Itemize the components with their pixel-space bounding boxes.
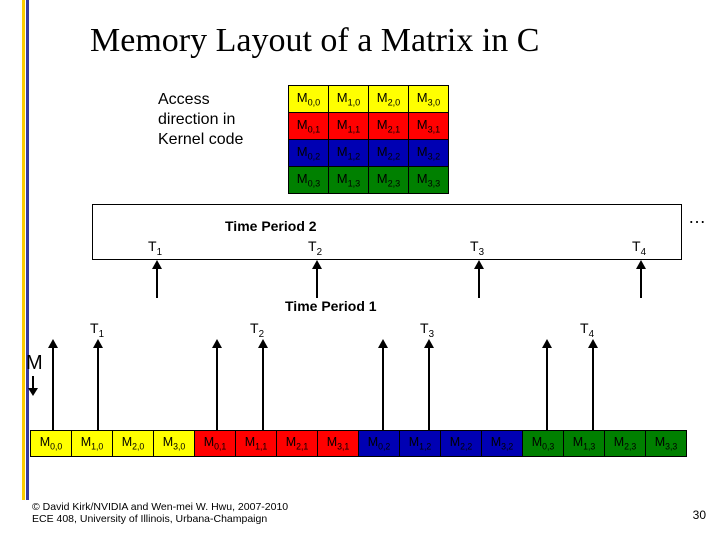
time-period-2-box — [92, 204, 682, 260]
mem-cell: M0,1 — [195, 431, 236, 457]
matrix-cell: M0,1 — [289, 113, 329, 140]
thread-label-period1: T2 — [250, 320, 264, 340]
mem-cell: M3,0 — [154, 431, 195, 457]
mem-cell: M2,2 — [441, 431, 482, 457]
matrix-row-3: M0,3 M1,3 M2,3 M3,3 — [289, 167, 449, 194]
access-direction-label: Access direction in Kernel code — [158, 90, 268, 150]
mem-cell: M0,0 — [31, 431, 72, 457]
thread-label-period2: T4 — [632, 238, 646, 258]
mem-cell: M1,1 — [236, 431, 277, 457]
matrix-4x4: M0,0 M1,0 M2,0 M3,0 M0,1 M1,1 M2,1 M3,1 … — [288, 85, 449, 194]
ellipsis: … — [688, 207, 706, 228]
mem-cell: M2,0 — [113, 431, 154, 457]
thread-label-period1: T1 — [90, 320, 104, 340]
matrix-cell: M2,3 — [369, 167, 409, 194]
mem-cell: M1,2 — [400, 431, 441, 457]
time-period-1-label: Time Period 1 — [285, 298, 377, 314]
matrix-cell: M0,2 — [289, 140, 329, 167]
arrow-down-icon — [32, 376, 34, 390]
matrix-cell: M1,0 — [329, 86, 369, 113]
page-title: Memory Layout of a Matrix in C — [90, 22, 539, 60]
slide-left-accent — [22, 0, 32, 500]
mem-cell: M3,1 — [318, 431, 359, 457]
matrix-cell: M1,1 — [329, 113, 369, 140]
matrix-row-0: M0,0 M1,0 M2,0 M3,0 — [289, 86, 449, 113]
matrix-cell: M3,0 — [409, 86, 449, 113]
mem-cell: M2,1 — [277, 431, 318, 457]
matrix-cell: M2,2 — [369, 140, 409, 167]
thread-label-period2: T3 — [470, 238, 484, 258]
matrix-cell: M1,2 — [329, 140, 369, 167]
matrix-cell: M3,2 — [409, 140, 449, 167]
matrix-cell: M3,1 — [409, 113, 449, 140]
mem-cell: M2,3 — [605, 431, 646, 457]
thread-label-period1: T4 — [580, 320, 594, 340]
matrix-cell: M1,3 — [329, 167, 369, 194]
matrix-cell: M2,1 — [369, 113, 409, 140]
mem-cell: M3,2 — [482, 431, 523, 457]
mem-cell: M0,2 — [359, 431, 400, 457]
matrix-cell: M3,3 — [409, 167, 449, 194]
thread-label-period2: T2 — [308, 238, 322, 258]
matrix-cell: M0,3 — [289, 167, 329, 194]
matrix-row-1: M0,1 M1,1 M2,1 M3,1 — [289, 113, 449, 140]
page-number: 30 — [693, 508, 706, 522]
mem-cell: M0,3 — [523, 431, 564, 457]
thread-label-period2: T1 — [148, 238, 162, 258]
memory-M-label: M — [26, 352, 43, 375]
matrix-row-2: M0,2 M1,2 M2,2 M3,2 — [289, 140, 449, 167]
footer-line1: © David Kirk/NVIDIA and Wen-mei W. Hwu, … — [32, 501, 288, 513]
mem-cell: M1,0 — [72, 431, 113, 457]
mem-cell: M3,3 — [646, 431, 687, 457]
time-period-2-label: Time Period 2 — [225, 218, 317, 234]
footer-line2: ECE 408, University of Illinois, Urbana-… — [32, 513, 267, 525]
thread-label-period1: T3 — [420, 320, 434, 340]
matrix-cell: M2,0 — [369, 86, 409, 113]
matrix-cell: M0,0 — [289, 86, 329, 113]
mem-cell: M1,3 — [564, 431, 605, 457]
linear-memory-strip: M0,0 M1,0 M2,0 M3,0 M0,1 M1,1 M2,1 M3,1 … — [30, 430, 687, 457]
footer-credit: © David Kirk/NVIDIA and Wen-mei W. Hwu, … — [32, 501, 288, 526]
